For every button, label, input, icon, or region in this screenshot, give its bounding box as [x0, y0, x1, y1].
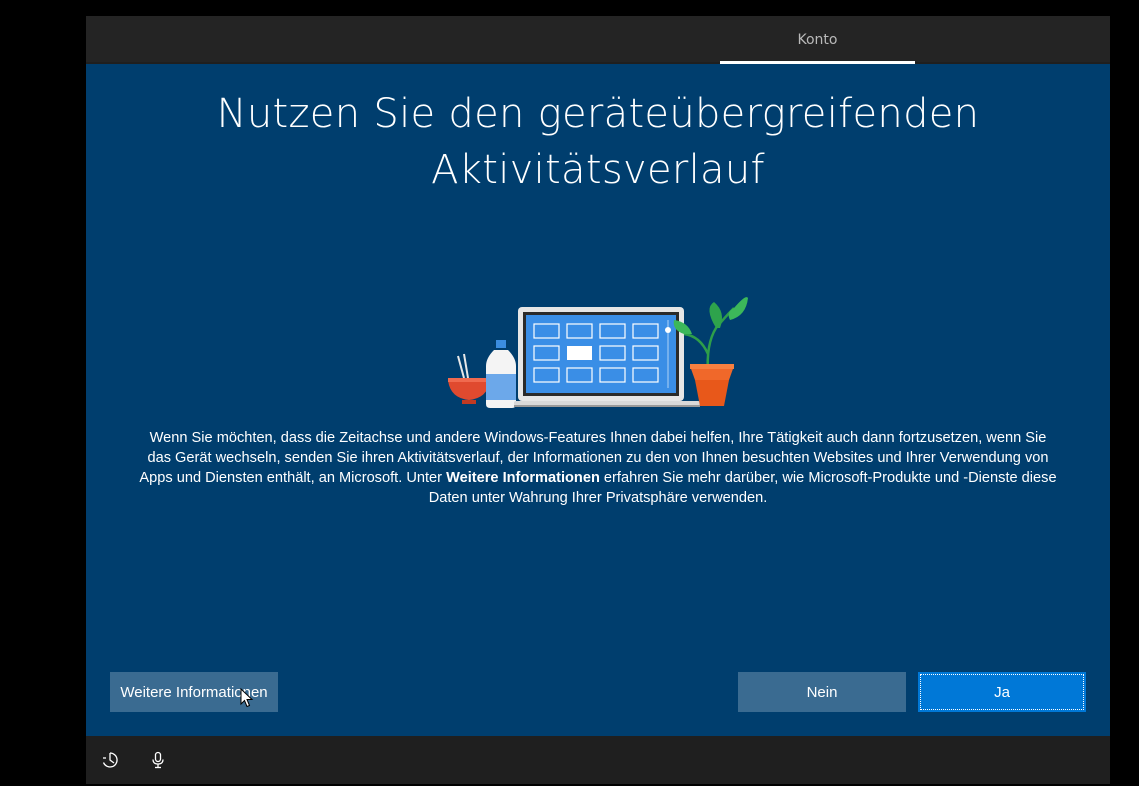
more-info-reference: Weitere Informationen	[446, 470, 600, 486]
page-title-line-2: Aktivitätsverlauf	[431, 147, 765, 193]
yes-button[interactable]: Ja	[918, 672, 1086, 712]
page-title-line-1: Nutzen Sie den geräteübergreifenden	[216, 91, 980, 137]
plant-icon	[673, 297, 748, 406]
description-text: Wenn Sie möchten, dass die Zeitachse und…	[138, 428, 1058, 508]
mouse-cursor-icon	[240, 688, 254, 708]
bottle-icon	[486, 340, 516, 408]
setup-window: Konto Nutzen Sie den geräteübergreifende…	[86, 16, 1110, 784]
top-bar: Konto	[86, 16, 1110, 64]
activity-history-illustration	[448, 297, 748, 408]
microphone-icon[interactable]	[149, 751, 167, 769]
bowl-icon	[448, 353, 490, 404]
accessibility-icon[interactable]	[101, 751, 119, 769]
laptop-icon	[514, 307, 700, 407]
bottom-bar	[86, 736, 1110, 784]
no-button[interactable]: Nein	[738, 672, 906, 712]
tab-konto: Konto	[797, 32, 838, 48]
page-title: Nutzen Sie den geräteübergreifenden Akti…	[146, 86, 1050, 198]
main-panel: Nutzen Sie den geräteübergreifenden Akti…	[86, 64, 1110, 736]
